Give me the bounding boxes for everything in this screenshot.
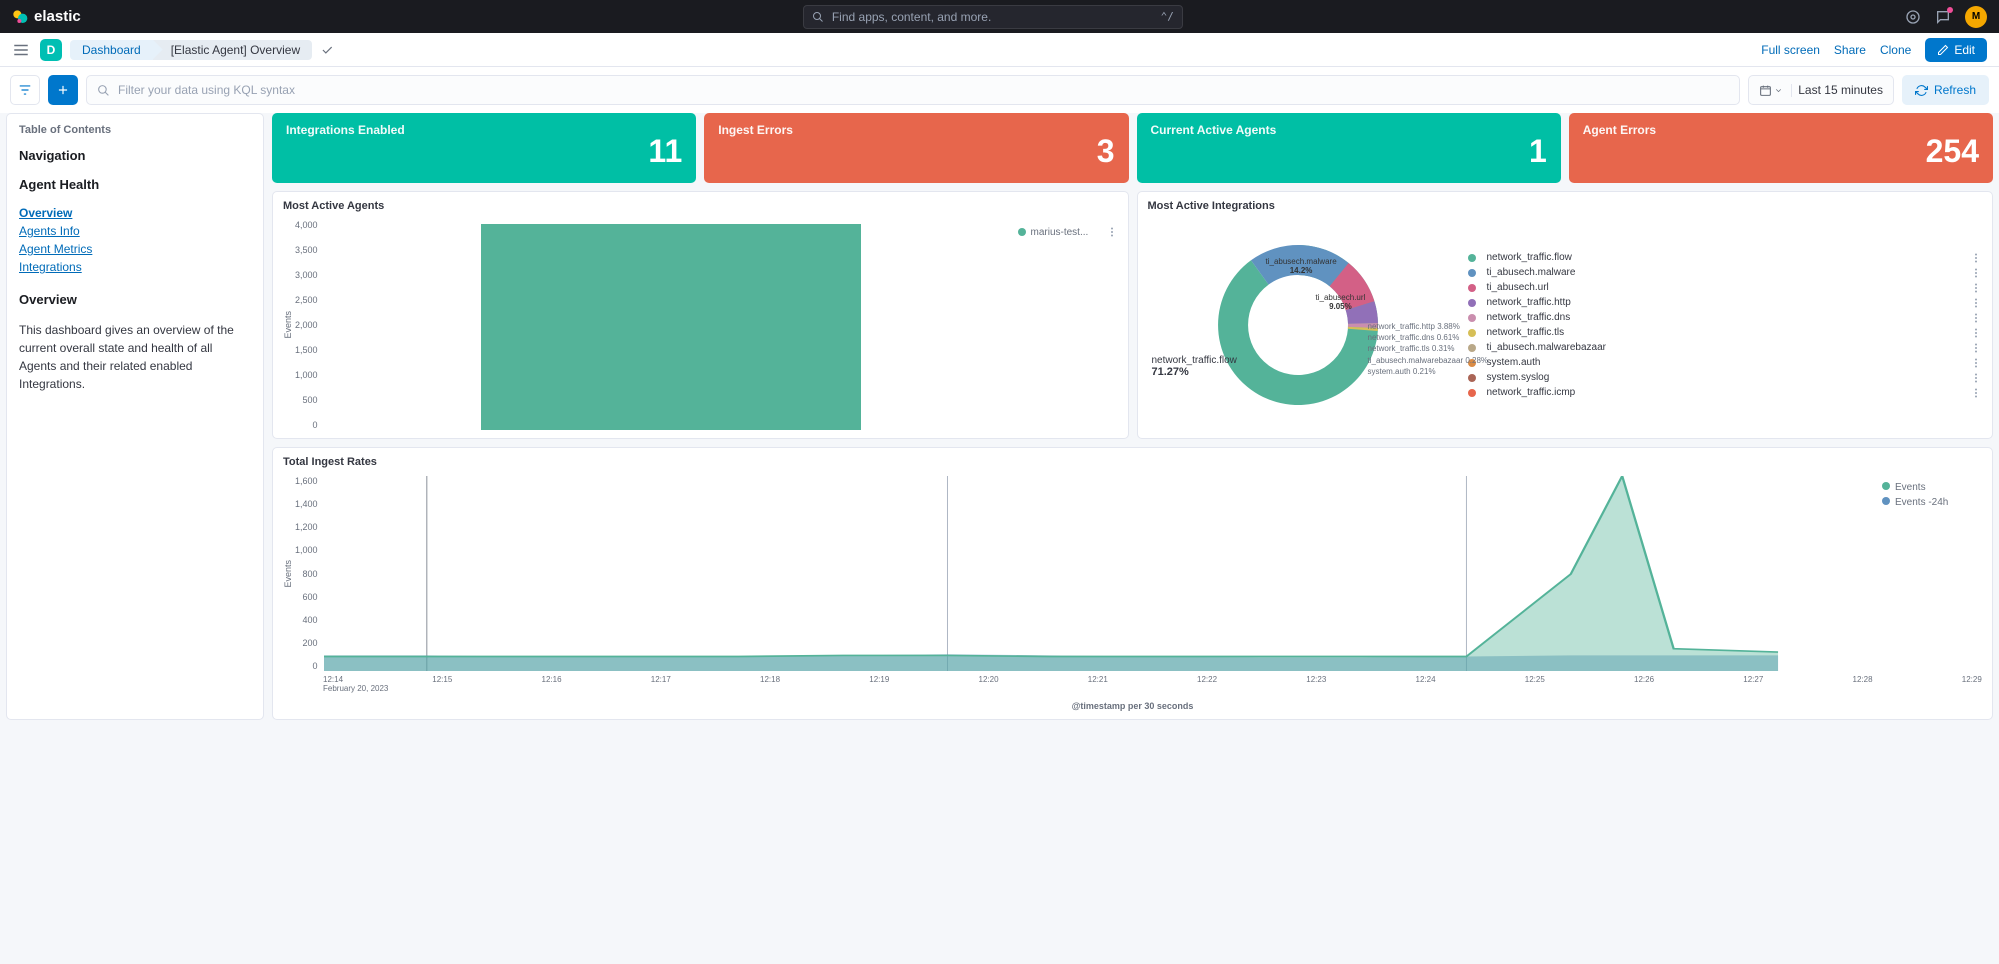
donut-legend-item[interactable]: ti_abusech.malwarebazaar: [1468, 342, 1983, 354]
legend-events[interactable]: Events: [1882, 482, 1982, 493]
bar-y-axis: 4,0003,5003,0002,5002,0001,5001,0005000: [295, 220, 324, 430]
donut-chart: ti_abusech.malware 14.2% ti_abusech.url …: [1148, 220, 1983, 430]
full-screen-link[interactable]: Full screen: [1761, 43, 1820, 57]
donut-legend-item[interactable]: network_traffic.icmp: [1468, 387, 1983, 399]
panel-options-icon[interactable]: [1106, 226, 1118, 238]
breadcrumb-dashboard[interactable]: Dashboard: [70, 40, 153, 60]
line-legend: Events Events -24h: [1882, 476, 1982, 671]
breadcrumb-bar: D Dashboard [Elastic Agent] Overview Ful…: [0, 33, 1999, 67]
donut-main-label: network_traffic.flow 71.27%: [1152, 355, 1237, 378]
brand-logo[interactable]: elastic: [12, 8, 81, 25]
link-overview[interactable]: Overview: [19, 206, 251, 220]
elastic-logo-icon: [12, 9, 28, 25]
legend-label[interactable]: marius-test...: [1031, 227, 1089, 238]
toc-heading: Table of Contents: [19, 124, 251, 136]
search-icon: [97, 84, 110, 97]
filter-badge-icon: [18, 83, 32, 97]
donut-legend: network_traffic.flow ti_abusech.malwareti…: [1448, 252, 1983, 399]
user-avatar[interactable]: M: [1965, 6, 1987, 28]
nav-heading: Navigation: [19, 148, 251, 163]
help-icon[interactable]: [1905, 9, 1921, 25]
link-integrations[interactable]: Integrations: [19, 260, 251, 274]
donut-legend-item[interactable]: ti_abusech.malware: [1468, 267, 1983, 279]
line-y-axis: 1,6001,4001,2001,0008006004002000: [295, 476, 324, 671]
shortcut-hint: ⌃/: [1161, 10, 1174, 23]
charts-row: Most Active Agents Events 4,0003,5003,00…: [272, 191, 1993, 439]
time-range-picker[interactable]: Last 15 minutes: [1748, 75, 1894, 105]
donut-legend-item[interactable]: ti_abusech.url: [1468, 282, 1983, 294]
line-plot-area[interactable]: [324, 476, 1882, 671]
panel-most-active-integrations: Most Active Integrations: [1137, 191, 1994, 439]
breadcrumb-current: [Elastic Agent] Overview: [153, 40, 312, 60]
kql-query-input[interactable]: Filter your data using KQL syntax: [86, 75, 1740, 105]
refresh-icon: [1915, 84, 1928, 97]
donut-outer-labels: network_traffic.http 3.88% network_traff…: [1368, 321, 1489, 377]
stat-ingest-errors: Ingest Errors 3: [704, 113, 1128, 183]
stat-agent-errors: Agent Errors 254: [1569, 113, 1993, 183]
line-chart: Events 1,6001,4001,2001,0008006004002000: [283, 476, 1982, 671]
bar-chart: Events 4,0003,5003,0002,5002,0001,5001,0…: [283, 220, 1118, 430]
check-icon: [320, 43, 334, 57]
line-x-label: @timestamp per 30 seconds: [283, 701, 1982, 711]
breadcrumb: Dashboard [Elastic Agent] Overview: [70, 40, 312, 60]
line-x-sub: February 20, 2023: [283, 684, 1982, 693]
newsfeed-button[interactable]: [1935, 9, 1951, 25]
stats-row: Integrations Enabled 11 Ingest Errors 3 …: [272, 113, 1993, 183]
link-agent-metrics[interactable]: Agent Metrics: [19, 242, 251, 256]
edit-button[interactable]: Edit: [1925, 38, 1987, 62]
stat-integrations-enabled: Integrations Enabled 11: [272, 113, 696, 183]
overview-description: This dashboard gives an overview of the …: [19, 321, 251, 393]
bar-series-0[interactable]: [481, 224, 861, 430]
donut-legend-item[interactable]: network_traffic.flow: [1468, 252, 1983, 264]
line-x-axis: 12:1412:1512:1612:1712:1812:1912:2012:21…: [283, 671, 1982, 684]
top-header: elastic Find apps, content, and more. ⌃/…: [0, 0, 1999, 33]
donut-legend-item[interactable]: network_traffic.http: [1468, 297, 1983, 309]
donut-legend-item[interactable]: network_traffic.tls: [1468, 327, 1983, 339]
agent-health-heading: Agent Health: [19, 177, 251, 192]
header-right-icons: M: [1905, 6, 1987, 28]
overview-heading: Overview: [19, 292, 251, 307]
add-filter-button[interactable]: [48, 75, 78, 105]
panel-most-active-agents: Most Active Agents Events 4,0003,5003,00…: [272, 191, 1129, 439]
stat-active-agents: Current Active Agents 1: [1137, 113, 1561, 183]
data-view-button[interactable]: [10, 75, 40, 105]
clone-link[interactable]: Clone: [1880, 43, 1911, 57]
global-search-input[interactable]: Find apps, content, and more. ⌃/: [803, 5, 1183, 29]
calendar-icon: [1759, 84, 1772, 97]
donut-legend-item[interactable]: system.syslog: [1468, 372, 1983, 384]
bar-legend: marius-test...: [1018, 220, 1118, 430]
donut-legend-item[interactable]: network_traffic.dns: [1468, 312, 1983, 324]
plus-icon: [56, 83, 70, 97]
space-selector[interactable]: D: [40, 39, 62, 61]
table-of-contents-panel: Table of Contents Navigation Agent Healt…: [6, 113, 264, 720]
global-search-wrap: Find apps, content, and more. ⌃/: [81, 5, 1905, 29]
main-layout: Table of Contents Navigation Agent Healt…: [0, 113, 1999, 728]
legend-events-24h[interactable]: Events -24h: [1882, 497, 1982, 508]
filter-bar: Filter your data using KQL syntax Last 1…: [0, 67, 1999, 113]
dashboard-actions: Full screen Share Clone Edit: [1761, 38, 1987, 62]
chevron-down-icon: [1774, 86, 1783, 95]
donut-legend-item[interactable]: system.auth: [1468, 357, 1983, 369]
share-link[interactable]: Share: [1834, 43, 1866, 57]
menu-toggle-icon[interactable]: [12, 41, 30, 59]
dashboard-content: Integrations Enabled 11 Ingest Errors 3 …: [272, 113, 1993, 720]
refresh-button[interactable]: Refresh: [1902, 75, 1989, 105]
search-icon: [812, 11, 824, 23]
newsfeed-icon: [1935, 9, 1951, 25]
panel-total-ingest-rates: Total Ingest Rates Events 1,6001,4001,20…: [272, 447, 1993, 720]
legend-dot: [1018, 228, 1026, 236]
link-agents-info[interactable]: Agents Info: [19, 224, 251, 238]
pencil-icon: [1937, 44, 1949, 56]
brand-text: elastic: [34, 8, 81, 25]
bar-plot-area: [324, 220, 1018, 430]
